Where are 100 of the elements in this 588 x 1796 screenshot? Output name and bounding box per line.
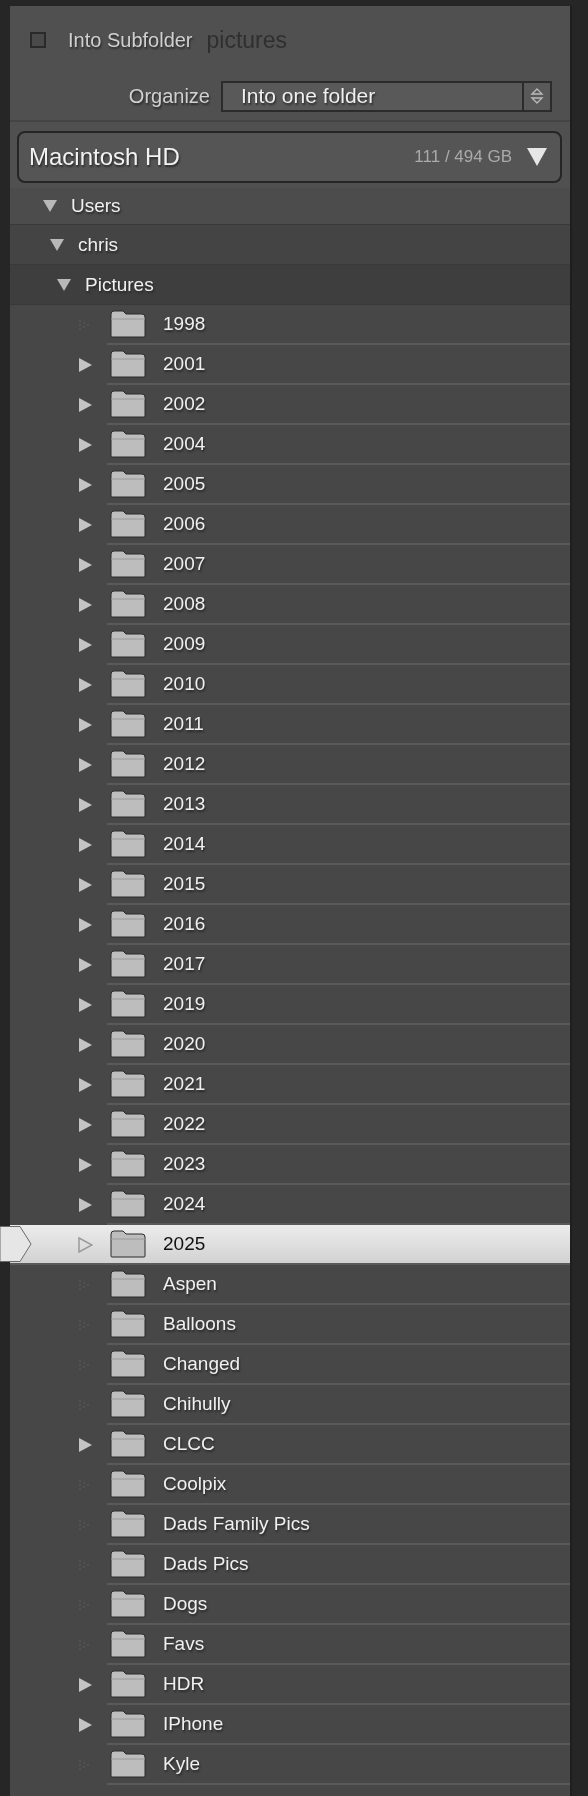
folder-row[interactable]: Dogs xyxy=(107,1585,570,1625)
folder-row[interactable]: 2020 xyxy=(107,1025,570,1065)
disclosure-triangle-icon[interactable] xyxy=(77,477,93,493)
disclosure-triangle-icon[interactable] xyxy=(77,1717,93,1733)
folder-row[interactable]: 2006 xyxy=(107,505,570,545)
disclosure-triangle-icon[interactable] xyxy=(77,1077,93,1093)
folder-row[interactable]: Balloons xyxy=(107,1305,570,1345)
folder-row[interactable]: 2016 xyxy=(107,905,570,945)
folder-icon xyxy=(110,950,146,978)
folder-row[interactable]: 2025 xyxy=(10,1225,570,1265)
folder-icon xyxy=(110,1070,146,1098)
folder-row[interactable]: 2014 xyxy=(107,825,570,865)
disclosure-triangle-icon[interactable] xyxy=(77,357,93,373)
folder-row[interactable]: 2012 xyxy=(107,745,570,785)
folder-icon xyxy=(110,1430,146,1458)
folder-icon xyxy=(110,350,146,378)
folder-icon xyxy=(110,870,146,898)
folder-icon xyxy=(110,430,146,458)
folder-row[interactable]: IPhone xyxy=(107,1705,570,1745)
disclosure-triangle-icon[interactable] xyxy=(77,797,93,813)
folder-icon xyxy=(110,790,146,818)
folder-row[interactable]: 2008 xyxy=(107,585,570,625)
disclosure-triangle-icon[interactable] xyxy=(526,147,548,167)
disclosure-triangle-icon[interactable] xyxy=(42,199,58,213)
folder-icon xyxy=(110,1150,146,1178)
folder-icon xyxy=(110,550,146,578)
folder-row[interactable]: Aspen xyxy=(107,1265,570,1305)
disclosure-triangle-icon[interactable] xyxy=(77,597,93,613)
folder-row[interactable]: 1998 xyxy=(107,305,570,345)
folder-icon xyxy=(110,390,146,418)
folder-icon xyxy=(110,1510,146,1538)
disclosure-triangle-icon[interactable] xyxy=(77,917,93,933)
disclosure-triangle-icon[interactable] xyxy=(77,877,93,893)
folder-row[interactable]: Dads Pics xyxy=(107,1545,570,1585)
folder-row[interactable]: Chihully xyxy=(107,1385,570,1425)
folder-row[interactable]: Changed xyxy=(107,1345,570,1385)
disclosure-triangle-icon[interactable] xyxy=(77,1197,93,1213)
disclosure-triangle-icon[interactable] xyxy=(77,1157,93,1173)
folder-row[interactable]: 2011 xyxy=(107,705,570,745)
folder-icon xyxy=(110,1630,146,1658)
disclosure-triangle-icon[interactable] xyxy=(77,677,93,693)
folder-icon xyxy=(110,1670,146,1698)
folder-row[interactable]: 2019 xyxy=(107,985,570,1025)
disclosure-triangle-icon[interactable] xyxy=(77,397,93,413)
folder-row[interactable]: 2004 xyxy=(107,425,570,465)
folder-icon xyxy=(110,630,146,658)
folder-row[interactable]: 2022 xyxy=(107,1105,570,1145)
folder-icon xyxy=(110,1310,146,1338)
disclosure-triangle-icon[interactable] xyxy=(77,717,93,733)
disclosure-triangle-icon[interactable] xyxy=(77,1037,93,1053)
folder-icon xyxy=(110,1350,146,1378)
volume-name: Macintosh HD xyxy=(29,143,181,171)
folder-icon xyxy=(110,710,146,738)
disclosure-triangle-icon[interactable] xyxy=(77,957,93,973)
folder-row[interactable]: Kyle xyxy=(107,1745,570,1785)
folder-icon xyxy=(110,1710,146,1738)
folder-row[interactable]: 2009 xyxy=(107,625,570,665)
folder-row[interactable]: 2017 xyxy=(107,945,570,985)
tree-row[interactable]: Pictures xyxy=(10,265,570,305)
folder-row[interactable]: 2013 xyxy=(107,785,570,825)
disclosure-triangle-icon[interactable] xyxy=(77,557,93,573)
folder-row[interactable]: 2005 xyxy=(107,465,570,505)
folder-icon xyxy=(110,1030,146,1058)
folder-icon xyxy=(110,1270,146,1298)
subfolder-label: Into Subfolder xyxy=(68,28,193,52)
organize-dropdown[interactable]: Into one folder xyxy=(221,80,552,112)
folder-icon xyxy=(110,750,146,778)
disclosure-triangle-icon[interactable] xyxy=(77,837,93,853)
folder-row[interactable]: Favs xyxy=(107,1625,570,1665)
folder-row[interactable]: Dads Family Pics xyxy=(107,1505,570,1545)
folder-icon xyxy=(110,1590,146,1618)
folder-icon xyxy=(110,910,146,938)
disclosure-triangle-icon[interactable] xyxy=(77,757,93,773)
disclosure-triangle-icon[interactable] xyxy=(77,1437,93,1453)
folder-row[interactable]: 2002 xyxy=(107,385,570,425)
disclosure-triangle-icon[interactable] xyxy=(77,1117,93,1133)
disclosure-triangle-icon[interactable] xyxy=(77,437,93,453)
folder-icon xyxy=(110,830,146,858)
folder-icon xyxy=(110,1550,146,1578)
folder-row[interactable]: 2001 xyxy=(107,345,570,385)
subfolder-checkbox[interactable] xyxy=(30,32,46,48)
folder-row[interactable]: Coolpix xyxy=(107,1465,570,1505)
folder-row[interactable]: 2023 xyxy=(107,1145,570,1185)
folder-icon xyxy=(110,470,146,498)
disclosure-triangle-icon[interactable] xyxy=(56,277,72,292)
folder-row[interactable]: HDR xyxy=(107,1665,570,1705)
disclosure-triangle-icon[interactable] xyxy=(77,637,93,653)
folder-icon xyxy=(110,510,146,538)
folder-row[interactable]: 2021 xyxy=(107,1065,570,1105)
folder-row[interactable]: CLCC xyxy=(107,1425,570,1465)
disclosure-triangle-icon[interactable] xyxy=(77,517,93,533)
disclosure-triangle-icon[interactable] xyxy=(49,237,65,252)
folder-row[interactable]: 2010 xyxy=(107,665,570,705)
folder-row[interactable]: 2015 xyxy=(107,865,570,905)
folder-row[interactable]: 2007 xyxy=(107,545,570,585)
tree-row[interactable]: Users xyxy=(10,188,570,225)
folder-icon xyxy=(110,1110,146,1138)
disclosure-triangle-icon[interactable] xyxy=(77,997,93,1013)
disclosure-triangle-icon[interactable] xyxy=(77,1677,93,1693)
volume-header[interactable]: Macintosh HD 111 / 494 GB xyxy=(17,131,562,183)
